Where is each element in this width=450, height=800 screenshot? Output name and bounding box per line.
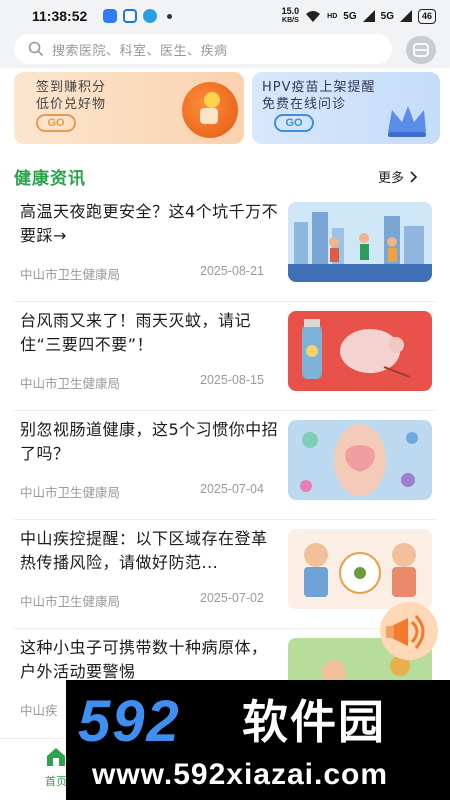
banner-checkin[interactable]: 签到赚积分 低价兑好物 GO bbox=[14, 72, 244, 144]
news-title: 台风雨又来了！雨天灭蚊，请记住“三要四不要”！ bbox=[20, 311, 252, 354]
more-notifications-icon bbox=[167, 13, 173, 19]
news-item[interactable]: 台风雨又来了！雨天灭蚊，请记住“三要四不要”！ 中山市卫生健康局 2025-08… bbox=[14, 303, 436, 411]
news-title: 高温天夜跑更安全？这4个坑千万不要踩→ bbox=[20, 202, 279, 245]
telegram-icon bbox=[143, 9, 158, 23]
search-row: 搜索医院、科室、医生、疾病 bbox=[0, 32, 450, 68]
signal-bars-icon bbox=[399, 10, 412, 22]
news-date: 2025-07-02 bbox=[200, 591, 264, 605]
more-label: 更多 bbox=[378, 171, 405, 186]
news-source: 中山市卫生健康局 bbox=[20, 594, 121, 609]
search-input[interactable]: 搜索医院、科室、医生、疾病 bbox=[14, 34, 392, 64]
scan-icon bbox=[413, 43, 429, 57]
wifi-icon bbox=[306, 10, 321, 22]
hd-label: HD bbox=[327, 12, 338, 20]
search-icon bbox=[28, 41, 44, 57]
announcement-button[interactable] bbox=[378, 600, 440, 662]
more-link[interactable]: 更多 bbox=[378, 167, 418, 186]
net-speed-value: 15.0 bbox=[281, 6, 300, 16]
news-source: 中山市卫生健康局 bbox=[20, 376, 121, 391]
watermark-overlay: 592 软件园 www.592xiazai.com bbox=[66, 680, 450, 800]
news-thumbnail bbox=[288, 202, 432, 282]
go-label: GO bbox=[47, 117, 65, 129]
status-time: 11:38:52 bbox=[32, 8, 88, 24]
news-source: 中山市卫生健康局 bbox=[20, 267, 121, 282]
banner-line2: 免费在线问诊 bbox=[262, 97, 347, 112]
news-date: 2025-08-21 bbox=[200, 264, 264, 278]
go-button[interactable]: GO bbox=[274, 114, 314, 132]
news-date: 2025-07-04 bbox=[200, 482, 264, 496]
news-item[interactable]: 别忽视肠道健康，这5个习惯你中招了吗？ 中山市卫生健康局 2025-07-04 bbox=[14, 412, 436, 520]
watermark-url: www.592xiazai.com bbox=[92, 758, 389, 791]
net-speed: 15.0 KB/S bbox=[282, 7, 300, 25]
banner-hpv[interactable]: HPV疫苗上架提醒 免费在线问诊 GO bbox=[252, 72, 440, 144]
signal-bars-icon bbox=[362, 10, 375, 22]
crown-icon bbox=[388, 106, 426, 137]
go-label: GO bbox=[285, 117, 303, 129]
news-title: 中山疾控提醒：以下区域存在登革热传播风险，请做好防范... bbox=[20, 529, 268, 572]
news-thumbnail bbox=[288, 529, 432, 609]
thumbs-up-icon bbox=[182, 82, 238, 138]
signal-5g-1: 5G bbox=[343, 10, 357, 22]
status-right: 15.0 KB/S HD 5G 5G 46 bbox=[282, 7, 436, 25]
search-placeholder: 搜索医院、科室、医生、疾病 bbox=[52, 43, 228, 59]
scan-button[interactable] bbox=[406, 36, 436, 64]
watermark-brand: 软件园 bbox=[242, 695, 386, 749]
status-bar: 11:38:52 15.0 KB/S HD 5G 5G 46 bbox=[0, 0, 450, 32]
news-item[interactable]: 高温天夜跑更安全？这4个坑千万不要踩→ 中山市卫生健康局 2025-08-21 bbox=[14, 194, 436, 302]
chevron-right-icon bbox=[410, 170, 418, 183]
banner-line2: 低价兑好物 bbox=[36, 97, 107, 112]
news-item[interactable]: 中山疾控提醒：以下区域存在登革热传播风险，请做好防范... 中山市卫生健康局 2… bbox=[14, 521, 436, 629]
news-thumbnail bbox=[288, 420, 432, 500]
battery-icon: 46 bbox=[417, 8, 436, 24]
news-thumbnail bbox=[288, 311, 432, 391]
megaphone-icon bbox=[380, 602, 438, 660]
news-source: 中山市卫生健康局 bbox=[20, 485, 121, 500]
app-notification-icon bbox=[123, 9, 138, 23]
news-title: 别忽视肠道健康，这5个习惯你中招了吗？ bbox=[20, 420, 279, 463]
go-button[interactable]: GO bbox=[36, 114, 76, 132]
watermark-logo: 592 bbox=[78, 689, 181, 754]
section-title: 健康资讯 bbox=[14, 169, 86, 189]
news-title: 这种小虫子可携带数十种病原体，户外活动要警惕 bbox=[20, 638, 268, 681]
app-notification-icon bbox=[103, 9, 118, 23]
net-speed-unit: KB/S bbox=[282, 17, 299, 24]
news-source: 中山疾 bbox=[20, 703, 58, 718]
home-icon bbox=[47, 748, 65, 766]
signal-5g-2: 5G bbox=[380, 10, 394, 22]
news-date: 2025-08-15 bbox=[200, 373, 264, 387]
